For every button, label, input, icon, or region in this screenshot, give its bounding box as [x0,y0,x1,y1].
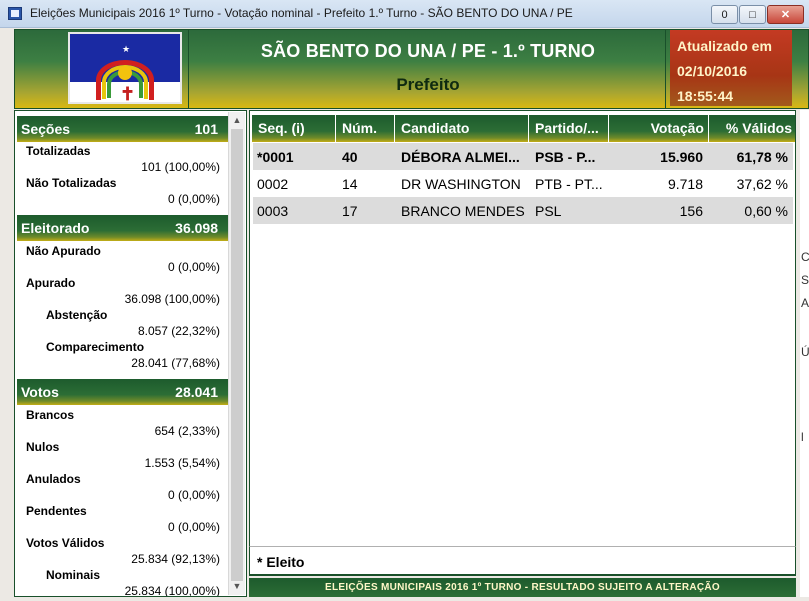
nao-totalizadas-value: 0 (0,00%) [167,192,220,206]
close-button[interactable]: ✕ [767,5,804,24]
edge-glyph: S [801,273,809,287]
column-header-validos[interactable]: % Válidos [709,115,795,142]
maximize-button[interactable]: □ [739,5,766,24]
totalizadas-label: Totalizadas [26,144,91,158]
scroll-thumb[interactable] [231,129,243,581]
cell-num: 17 [342,203,358,219]
background-window-edge: C S A Ú l [800,110,809,597]
table-row[interactable]: *0001 40 DÉBORA ALMEI... PSB - P... 15.9… [253,143,793,170]
cell-num: 14 [342,176,358,192]
votos-title: Votos [21,384,59,400]
cell-validos: 0,60 % [744,203,788,219]
eleitorado-title: Eleitorado [21,220,90,236]
secoes-total: 101 [194,121,218,137]
pendentes-label: Pendentes [26,504,87,518]
cell-seq: 0002 [257,176,289,192]
updated-box: Atualizado em 02/10/2016 18:55:44 [670,30,792,106]
state-flag-icon: ★ ✝ [68,32,182,104]
eleitorado-header: Eleitorado 36.098 [17,215,228,241]
cell-candidato: DÉBORA ALMEI... [401,149,520,165]
nulos-value: 1.553 (5,54%) [144,456,220,470]
totalizadas-value: 101 (100,00%) [141,160,220,174]
comparecimento-label: Comparecimento [46,340,145,354]
brancos-value: 654 (2,33%) [154,424,220,438]
status-bar: ELEIÇÕES MUNICIPAIS 2016 1º TURNO - RESU… [249,578,796,597]
abstencao-value: 8.057 (22,32%) [137,324,220,338]
column-header-num[interactable]: Núm. [336,115,395,142]
results-table: Seq. (i) Núm. Candidato Partido/... Vota… [249,110,796,576]
column-header-candidato[interactable]: Candidato [395,115,529,142]
eleitorado-total: 36.098 [175,220,218,236]
cell-seq: 0003 [257,203,289,219]
cell-validos: 61,78 % [736,149,788,165]
edge-glyph: A [801,296,809,310]
cell-votacao: 156 [679,203,703,219]
cell-votacao: 15.960 [660,149,703,165]
secoes-title: Seções [21,121,71,137]
cell-seq: *0001 [257,149,294,165]
edge-glyph: C [801,250,809,264]
column-header-seq[interactable]: Seq. (i) [252,115,336,142]
votos-validos-label: Votos Válidos [26,536,105,550]
cell-candidato: DR WASHINGTON [401,176,521,192]
scroll-up-icon[interactable]: ▲ [229,112,245,128]
cell-votacao: 9.718 [667,176,703,192]
column-header-votacao[interactable]: Votação [609,115,709,142]
window-title: Eleições Municipais 2016 1º Turno - Vota… [30,6,573,20]
comparecimento-value: 28.041 (77,68%) [131,356,220,370]
title-bar[interactable]: Eleições Municipais 2016 1º Turno - Vota… [0,0,809,28]
anulados-label: Anulados [26,472,81,486]
updated-label: Atualizado em [677,38,772,54]
page-subtitle: Prefeito [396,75,460,94]
header-center: SÃO BENTO DO UNA / PE - 1.º TURNO Prefei… [188,30,666,108]
cell-num: 40 [342,149,358,165]
edge-glyph: l [801,430,804,444]
brancos-label: Brancos [26,408,75,422]
cell-partido: PTB - PT... [535,176,603,192]
scroll-down-icon[interactable]: ▼ [229,578,245,594]
pendentes-value: 0 (0,00%) [167,520,220,534]
app-icon [8,7,22,20]
nao-totalizadas-label: Não Totalizadas [26,176,117,190]
table-row[interactable]: 0003 17 BRANCO MENDES PSL 156 0,60 % [253,197,793,224]
votos-header: Votos 28.041 [17,379,228,405]
nao-apurado-label: Não Apurado [26,244,101,258]
edge-glyph: Ú [801,345,809,359]
legend-footnote: * Eleito [249,546,796,575]
eleito-footnote: * Eleito [257,554,305,570]
summary-panel: Seções 101 Totalizadas 101 (100,00%) Não… [14,110,247,597]
page-title: SÃO BENTO DO UNA / PE - 1.º TURNO [260,41,596,61]
nominais-label: Nominais [46,568,101,582]
cell-partido: PSL [535,203,562,219]
summary-scrollbar[interactable]: ▲ ▼ [228,112,245,595]
secoes-header: Seções 101 [17,116,228,142]
apurado-value: 36.098 (100,00%) [124,292,220,306]
nao-apurado-value: 0 (0,00%) [167,260,220,274]
votos-total: 28.041 [175,384,218,400]
apurado-label: Apurado [26,276,76,290]
minimize-button[interactable]: 0 [711,5,738,24]
votos-validos-value: 25.834 (92,13%) [131,552,220,566]
cell-validos: 37,62 % [736,176,788,192]
cell-partido: PSB - P... [535,149,596,165]
abstencao-label: Abstenção [46,308,108,322]
updated-time: 18:55:44 [677,88,734,104]
updated-date: 02/10/2016 [677,63,748,79]
nulos-label: Nulos [26,440,60,454]
table-row[interactable]: 0002 14 DR WASHINGTON PTB - PT... 9.718 … [253,170,793,197]
nominais-value: 25.834 (100,00%) [124,584,220,597]
cell-candidato: BRANCO MENDES [401,203,525,219]
column-header-partido[interactable]: Partido/... [529,115,609,142]
anulados-value: 0 (0,00%) [167,488,220,502]
